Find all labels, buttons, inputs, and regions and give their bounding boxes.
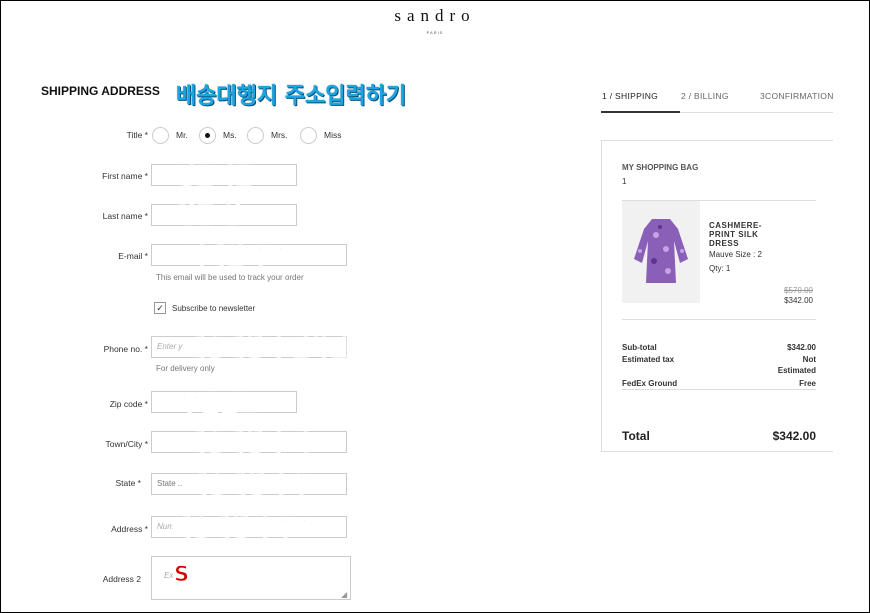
zip-annotation: 우편번호 — [179, 392, 258, 417]
state-label: State * — [115, 478, 141, 488]
first-name-annotation: 영문이름 — [175, 164, 254, 189]
tax-label: Estimated tax — [622, 355, 675, 364]
product-name[interactable]: CASHMERE- PRINT SILK DRESS — [709, 221, 762, 248]
title-option-mr: Mr. — [176, 130, 188, 140]
email-hint: This email will be used to track your or… — [156, 273, 304, 282]
dress-icon — [634, 219, 688, 283]
last-name-label: Last name * — [102, 211, 148, 221]
step-label: CONFIRMATION — [765, 91, 834, 101]
tax-value-line2: Estimated — [777, 366, 816, 375]
zip-label: Zip code * — [109, 399, 148, 409]
product-size: Mauve Size : 2 — [709, 250, 762, 259]
active-step-underline — [601, 111, 680, 113]
step-billing[interactable]: 2 / BILLING — [681, 91, 729, 101]
product-image[interactable] — [622, 201, 700, 303]
title-label: Title * — [126, 130, 148, 140]
title-option-ms: Ms. — [223, 130, 237, 140]
title-radio-mr[interactable] — [152, 127, 169, 144]
title-radio-miss[interactable] — [300, 127, 317, 144]
total-label: Total — [622, 429, 650, 443]
phone-label: Phone no. * — [103, 344, 148, 354]
step-label: BILLING — [694, 91, 729, 101]
shipping-label: FedEx Ground — [622, 379, 678, 388]
logo-subtitle: PARIS — [426, 30, 444, 35]
phone-hint: For delivery only — [156, 364, 215, 373]
title-option-miss: Miss — [324, 130, 342, 140]
step-shipping[interactable]: 1 / SHIPPING — [602, 91, 658, 101]
title-radio-mrs[interactable] — [247, 127, 264, 144]
tax-value-line1: Not — [802, 355, 816, 364]
subtotal-label: Sub-total — [622, 343, 657, 352]
address2-annotation: S개인식별번호 — [173, 562, 306, 587]
title-option-mrs: Mrs. — [271, 130, 288, 140]
title-radio-ms[interactable] — [199, 127, 216, 144]
page-title: SHIPPING ADDRESS — [41, 84, 160, 98]
state-annotation: 배송대행지 주 — [187, 473, 312, 498]
city-annotation: 배송대행지 시 — [185, 431, 310, 456]
product-old-price: $570.00 — [784, 286, 813, 295]
newsletter-label: Subscribe to newsletter — [172, 304, 256, 313]
address-label: Address * — [111, 524, 148, 534]
phone-annotation: 배송대행지 전화번호 — [185, 336, 368, 361]
shipping-value: Free — [799, 379, 816, 388]
step-confirmation[interactable]: 3CONFIRMATION — [760, 91, 834, 101]
step-number: 1 / — [602, 91, 613, 101]
radio-selected-dot — [205, 133, 210, 138]
email-label: E-mail * — [118, 251, 148, 261]
city-label: Town/City * — [105, 439, 148, 449]
summary-divider — [622, 389, 816, 390]
product-qty: Qty: 1 — [709, 264, 731, 273]
product-name-line: PRINT SILK — [709, 230, 759, 239]
bag-divider-mid — [622, 319, 816, 320]
bag-title: MY SHOPPING BAG — [622, 163, 699, 172]
product-name-line: CASHMERE- — [709, 221, 762, 230]
address-annotation: 배송대행지 주소 — [172, 516, 316, 541]
last-name-annotation: 영문 성 — [175, 203, 242, 228]
bag-count: 1 — [622, 177, 627, 186]
product-price: $342.00 — [784, 296, 813, 305]
address2-label: Address 2 — [102, 574, 141, 584]
step-label: SHIPPING — [615, 91, 659, 101]
subtotal-value: $342.00 — [787, 343, 816, 352]
email-annotation: 이메일 주소 — [186, 244, 291, 269]
total-value: $342.00 — [772, 429, 816, 443]
step-number: 2 / — [681, 91, 692, 101]
title-annotation: 배송대행지 주소입력하기 — [176, 84, 407, 109]
steps-divider — [680, 112, 833, 113]
resize-handle-icon[interactable]: ◢ — [341, 590, 347, 599]
newsletter-checkbox[interactable]: ✓ — [154, 302, 166, 314]
product-name-line: DRESS — [709, 239, 740, 248]
first-name-label: First name * — [102, 171, 148, 181]
sandro-logo[interactable]: sandro — [0, 6, 870, 26]
